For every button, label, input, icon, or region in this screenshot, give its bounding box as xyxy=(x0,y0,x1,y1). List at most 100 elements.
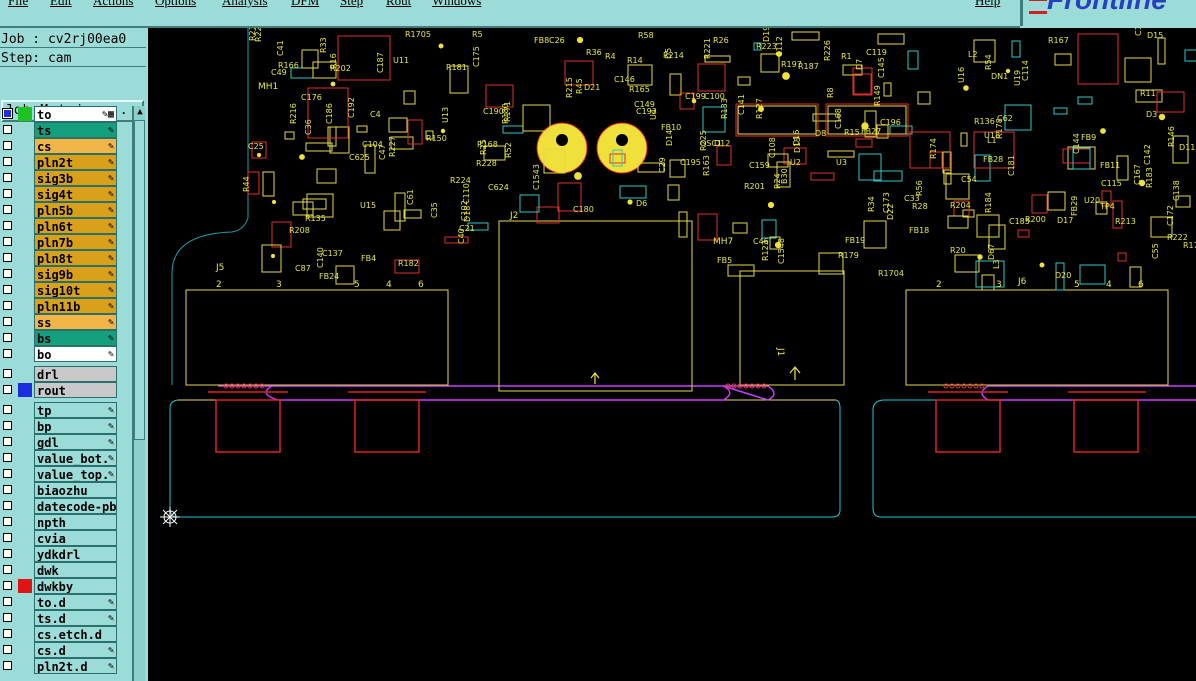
layer-checkbox[interactable] xyxy=(3,421,12,430)
layer-row-pln2t[interactable]: pln2t ✎ xyxy=(0,154,118,170)
layer-color-swatch[interactable] xyxy=(18,579,32,593)
layer-row-sig3b[interactable]: sig3b ✎ xyxy=(0,170,118,186)
layer-checkbox[interactable] xyxy=(3,385,12,394)
layer-row-biaozhu[interactable]: biaozhu xyxy=(0,482,118,498)
layer-row-cs.etch.d[interactable]: cs.etch.d xyxy=(0,626,118,642)
layer-name[interactable]: cvia xyxy=(34,530,117,546)
layer-checkbox[interactable] xyxy=(3,437,12,446)
menu-file[interactable]: File xyxy=(8,0,28,9)
layer-checkbox[interactable] xyxy=(3,533,12,542)
layer-checkbox[interactable] xyxy=(3,253,12,262)
layer-row-ts[interactable]: ts ✎ xyxy=(0,122,118,138)
layer-name[interactable]: sig9b ✎ xyxy=(34,266,117,282)
layer-row-ts.d[interactable]: ts.d ✎ xyxy=(0,610,118,626)
layer-checkbox[interactable] xyxy=(3,485,12,494)
layer-name[interactable]: pln8t ✎ xyxy=(34,250,117,266)
layer-checkbox[interactable] xyxy=(3,221,12,230)
layer-name[interactable]: pln5b ✎ xyxy=(34,202,117,218)
layer-name[interactable]: to.d ✎ xyxy=(34,594,117,610)
menu-rout[interactable]: Rout xyxy=(386,0,411,9)
layer-checkbox[interactable] xyxy=(3,453,12,462)
layer-checkbox[interactable] xyxy=(3,349,12,358)
layer-name[interactable]: pln7b ✎ xyxy=(34,234,117,250)
layer-name[interactable]: ss ✎ xyxy=(34,314,117,330)
layer-row-dwkby[interactable]: dwkby xyxy=(0,578,118,594)
layer-name[interactable]: value_bot. ✎ xyxy=(34,450,117,466)
layer-name[interactable]: drl xyxy=(34,366,117,382)
layer-name[interactable]: npth xyxy=(34,514,117,530)
layer-checkbox[interactable] xyxy=(3,405,12,414)
layer-name[interactable]: sig3b ✎ xyxy=(34,170,117,186)
layer-row-cvia[interactable]: cvia xyxy=(0,530,118,546)
layer-scrollbar[interactable]: ▲ xyxy=(132,106,145,681)
layer-checkbox[interactable] xyxy=(2,108,13,119)
menu-step[interactable]: Step xyxy=(340,0,363,9)
layer-row-cs[interactable]: cs ✎ xyxy=(0,138,118,154)
layer-row-pln6t[interactable]: pln6t ✎ xyxy=(0,218,118,234)
layer-row-rout[interactable]: rout xyxy=(0,382,118,398)
layer-name[interactable]: cs ✎ xyxy=(34,138,117,154)
layer-checkbox[interactable] xyxy=(3,189,12,198)
layer-name[interactable]: bp ✎ xyxy=(34,418,117,434)
layer-row-sig9b[interactable]: sig9b ✎ xyxy=(0,266,118,282)
layer-row-datecode-pbc[interactable]: datecode-pbc xyxy=(0,498,118,514)
layer-row-pln7b[interactable]: pln7b ✎ xyxy=(0,234,118,250)
layer-checkbox[interactable] xyxy=(3,501,12,510)
layer-checkbox[interactable] xyxy=(3,205,12,214)
layer-checkbox[interactable] xyxy=(3,565,12,574)
layer-checkbox[interactable] xyxy=(3,237,12,246)
layer-checkbox[interactable] xyxy=(3,369,12,378)
layer-checkbox[interactable] xyxy=(3,517,12,526)
layer-checkbox[interactable] xyxy=(3,269,12,278)
menu-edit[interactable]: Edit xyxy=(50,0,72,9)
layer-checkbox[interactable] xyxy=(3,173,12,182)
layer-checkbox[interactable] xyxy=(3,629,12,638)
layer-name[interactable]: cs.d ✎ xyxy=(34,642,117,658)
layer-name[interactable]: ydkdrl xyxy=(34,546,117,562)
layer-checkbox[interactable] xyxy=(3,661,12,670)
layer-name[interactable]: tp ✎ xyxy=(34,402,117,418)
layer-name[interactable]: pln6t ✎ xyxy=(34,218,117,234)
layer-checkbox[interactable] xyxy=(3,613,12,622)
layer-row-npth[interactable]: npth xyxy=(0,514,118,530)
layer-name[interactable]: dwk xyxy=(34,562,117,578)
layer-row-ydkdrl[interactable]: ydkdrl xyxy=(0,546,118,562)
layer-row-tp[interactable]: tp ✎ xyxy=(0,402,118,418)
layer-row-pln2t.d[interactable]: pln2t.d ✎ xyxy=(0,658,118,674)
menu-dfm[interactable]: DFM xyxy=(291,0,319,9)
layer-row-sig4t[interactable]: sig4t ✎ xyxy=(0,186,118,202)
layer-checkbox[interactable] xyxy=(3,581,12,590)
layer-name[interactable]: pln2t.d ✎ xyxy=(34,658,117,674)
layer-checkbox[interactable] xyxy=(3,645,12,654)
layer-color-swatch[interactable] xyxy=(18,107,32,121)
menu-help[interactable]: Help xyxy=(975,0,1000,9)
layer-checkbox[interactable] xyxy=(3,597,12,606)
layer-row-pln11b[interactable]: pln11b ✎ xyxy=(0,298,118,314)
menu-actions[interactable]: Actions xyxy=(93,0,133,9)
menu-windows[interactable]: Windows xyxy=(432,0,481,9)
layer-name[interactable]: rout xyxy=(34,382,117,398)
layer-name[interactable]: biaozhu xyxy=(34,482,117,498)
layer-name[interactable]: datecode-pbc xyxy=(34,498,117,514)
layer-checkbox[interactable] xyxy=(3,125,12,134)
layer-checkbox[interactable] xyxy=(3,301,12,310)
layer-name[interactable]: pln11b ✎ xyxy=(34,298,117,314)
layer-row-ss[interactable]: ss ✎ xyxy=(0,314,118,330)
layer-name[interactable]: gdl ✎ xyxy=(34,434,117,450)
graphic-canvas[interactable]: J5 J2 J1 J6 2 3 5 4 6 2 3 5 4 6 MH1 MH7 U11 U13 U2 U3 U4 U15 U… xyxy=(148,28,1196,681)
scroll-thumb[interactable] xyxy=(134,120,145,440)
layer-name[interactable]: ts.d ✎ xyxy=(34,610,117,626)
layer-checkbox[interactable] xyxy=(3,317,12,326)
layer-checkbox[interactable] xyxy=(3,285,12,294)
layer-row-pln5b[interactable]: pln5b ✎ xyxy=(0,202,118,218)
layer-row-bp[interactable]: bp ✎ xyxy=(0,418,118,434)
layer-name[interactable]: bs ✎ xyxy=(34,330,117,346)
layer-row-gdl[interactable]: gdl ✎ xyxy=(0,434,118,450)
layer-row-value_bot.[interactable]: value_bot. ✎ xyxy=(0,450,118,466)
layer-name[interactable]: pln2t ✎ xyxy=(34,154,117,170)
layer-row-pln8t[interactable]: pln8t ✎ xyxy=(0,250,118,266)
layer-row-to.d[interactable]: to.d ✎ xyxy=(0,594,118,610)
layer-checkbox[interactable] xyxy=(3,469,12,478)
scroll-up-arrow-icon[interactable]: ▲ xyxy=(135,106,145,118)
layer-name[interactable]: to ✎▦ xyxy=(34,106,117,122)
